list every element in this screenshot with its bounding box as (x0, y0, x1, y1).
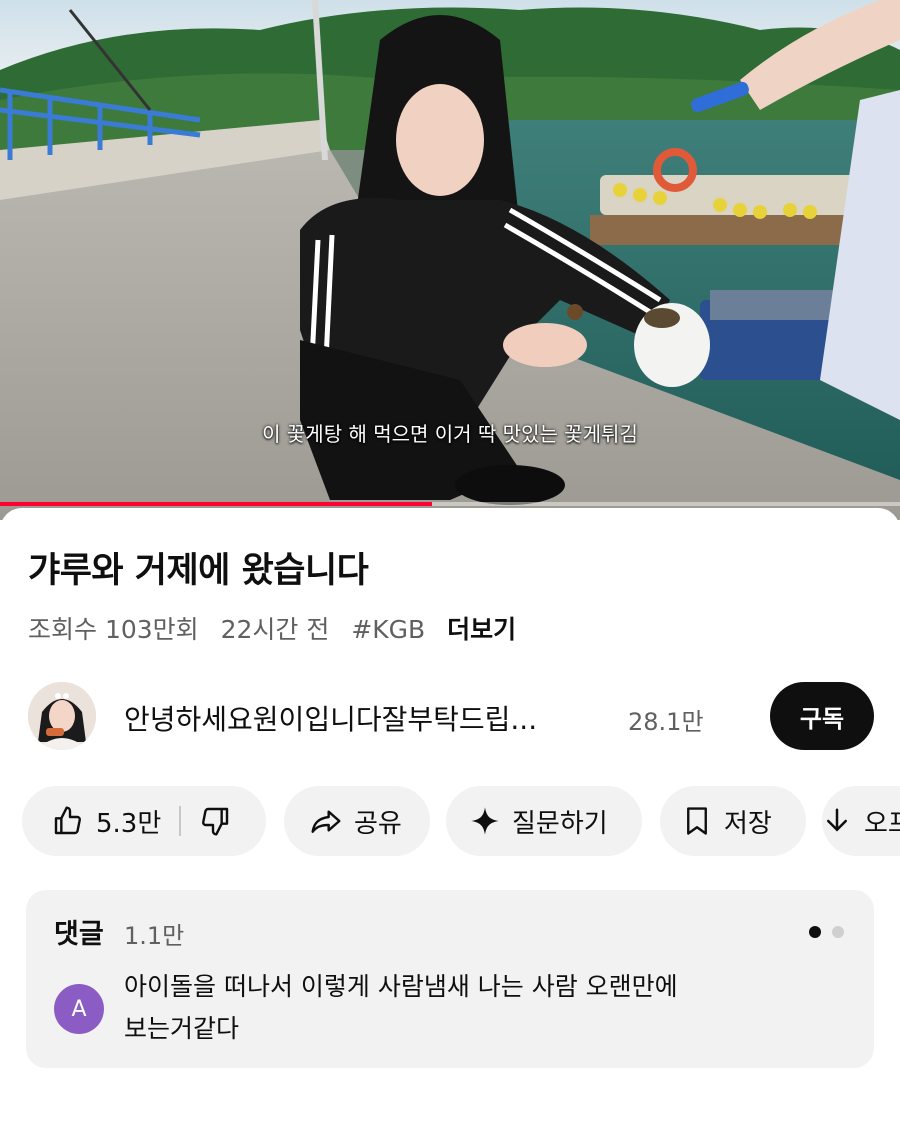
comments-header: 댓글 (54, 919, 104, 950)
hashtag[interactable]: #KGB (351, 615, 425, 644)
video-title[interactable]: 갸루와 거제에 왔습니다 (28, 542, 369, 593)
like-dislike-group: 5.3만 (22, 786, 266, 856)
subscribe-button[interactable]: 구독 (770, 682, 874, 750)
page-dot-active (808, 926, 821, 938)
ask-label: 질문하기 (512, 808, 608, 839)
video-progress-bar[interactable] (0, 502, 900, 506)
share-label: 공유 (354, 808, 402, 839)
bookmark-icon (687, 807, 707, 835)
save-label: 저장 (724, 808, 772, 839)
thumb-up-icon[interactable] (52, 805, 84, 837)
view-count: 조회수 103만회 (28, 615, 199, 644)
top-comment-line-1: 아이돌을 떠나서 이렇게 사람냄새 나는 사람 오랜만에 (124, 972, 678, 1001)
action-bar: 5.3만 공유 질문하기 저장 오프 (22, 786, 900, 858)
thumb-down-icon[interactable] (199, 805, 231, 837)
share-button[interactable]: 공유 (284, 786, 430, 856)
top-comment-line-2: 보는거같다 (124, 1014, 240, 1043)
share-arrow-icon (311, 810, 341, 833)
upload-time: 22시간 전 (220, 615, 330, 644)
comment-page-indicator (803, 923, 844, 942)
video-progress-fill (0, 502, 432, 506)
video-player[interactable]: 이 꽃게탕 해 먹으면 이거 딱 맛있는 꽃게튀김 (0, 0, 900, 520)
channel-avatar[interactable] (28, 682, 96, 750)
like-divider (179, 806, 182, 836)
save-button[interactable]: 저장 (660, 786, 806, 856)
video-subtitle: 이 꽃게탕 해 먹으면 이거 딱 맛있는 꽃게튀김 (262, 422, 638, 446)
commenter-avatar[interactable]: A (54, 984, 104, 1034)
channel-row[interactable]: 안녕하세요원이입니다잘부탁드립... 28.1만 구독 (28, 682, 874, 752)
comments-count: 1.1만 (124, 922, 185, 950)
download-button[interactable]: 오프라인 저장 (822, 786, 900, 856)
sparkle-icon (471, 807, 499, 835)
video-metadata[interactable]: 조회수 103만회 22시간 전 #KGB 더보기 (28, 610, 530, 646)
download-label: 오프라인 저장 (864, 808, 900, 839)
more-button[interactable]: 더보기 (447, 615, 516, 644)
channel-name[interactable]: 안녕하세요원이입니다잘부탁드립... (124, 698, 537, 738)
download-icon (827, 808, 847, 832)
comments-section[interactable]: 댓글 1.1만 A 아이돌을 떠나서 이렇게 사람냄새 나는 사람 오랜만에 보… (26, 890, 874, 1068)
page-dot-inactive (832, 926, 844, 938)
top-comment-text: 아이돌을 떠나서 이렇게 사람냄새 나는 사람 오랜만에 보는거같다 (124, 966, 824, 1050)
ask-button[interactable]: 질문하기 (446, 786, 642, 856)
video-details-panel: 갸루와 거제에 왔습니다 조회수 103만회 22시간 전 #KGB 더보기 안… (0, 508, 900, 1131)
subscriber-count: 28.1만 (628, 708, 704, 736)
like-count[interactable]: 5.3만 (96, 803, 161, 840)
